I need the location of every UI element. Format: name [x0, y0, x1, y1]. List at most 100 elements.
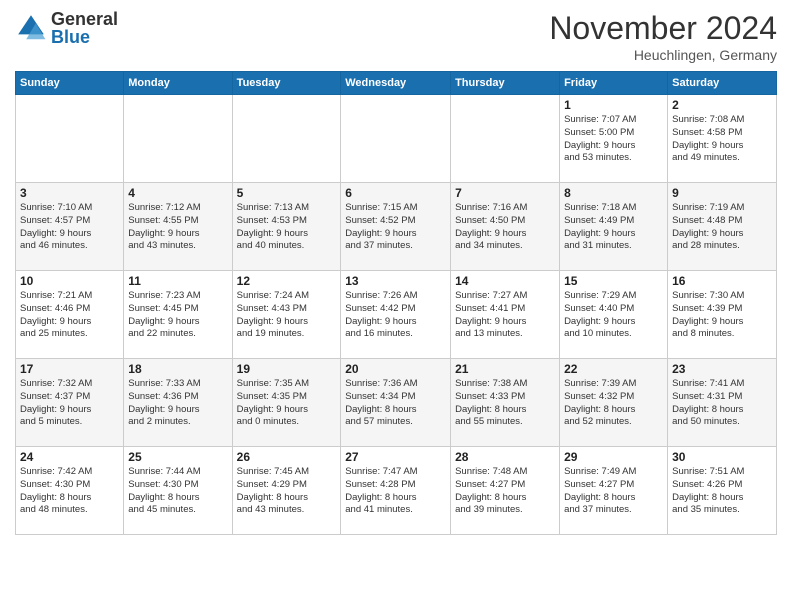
calendar-cell: 27 Sunrise: 7:47 AM Sunset: 4:28 PM Dayli… [341, 447, 451, 535]
month-title: November 2024 [549, 10, 777, 47]
day-info: Sunrise: 7:26 AM Sunset: 4:42 PM Dayligh… [345, 290, 446, 341]
day-number: 28 [455, 450, 555, 464]
day-info: Sunrise: 7:08 AM Sunset: 4:58 PM Dayligh… [672, 114, 772, 165]
day-number: 7 [455, 186, 555, 200]
day-info: Sunrise: 7:12 AM Sunset: 4:55 PM Dayligh… [128, 202, 227, 253]
calendar-cell [124, 95, 232, 183]
calendar-cell: 17 Sunrise: 7:32 AM Sunset: 4:37 PM Dayli… [16, 359, 124, 447]
day-info: Sunrise: 7:35 AM Sunset: 4:35 PM Dayligh… [237, 378, 337, 429]
logo-blue-text: Blue [51, 27, 90, 47]
day-info: Sunrise: 7:24 AM Sunset: 4:43 PM Dayligh… [237, 290, 337, 341]
calendar-cell [232, 95, 341, 183]
day-number: 9 [672, 186, 772, 200]
weekday-header-friday: Friday [560, 72, 668, 95]
calendar-cell: 30Sunrise: 7:51 AM Sunset: 4:26 PM Dayli… [668, 447, 777, 535]
logo-icon [15, 12, 47, 44]
week-row-1: 1 Sunrise: 7:07 AM Sunset: 5:00 PM Daylig… [16, 95, 777, 183]
day-number: 1 [564, 98, 663, 112]
calendar-cell: 20 Sunrise: 7:36 AM Sunset: 4:34 PM Dayli… [341, 359, 451, 447]
day-info: Sunrise: 7:36 AM Sunset: 4:34 PM Dayligh… [345, 378, 446, 429]
day-info: Sunrise: 7:15 AM Sunset: 4:52 PM Dayligh… [345, 202, 446, 253]
day-info: Sunrise: 7:21 AM Sunset: 4:46 PM Dayligh… [20, 290, 119, 341]
day-info: Sunrise: 7:16 AM Sunset: 4:50 PM Dayligh… [455, 202, 555, 253]
day-number: 27 [345, 450, 446, 464]
day-info: Sunrise: 7:48 AM Sunset: 4:27 PM Dayligh… [455, 466, 555, 517]
day-info: Sunrise: 7:27 AM Sunset: 4:41 PM Dayligh… [455, 290, 555, 341]
day-number: 22 [564, 362, 663, 376]
day-number: 12 [237, 274, 337, 288]
location: Heuchlingen, Germany [549, 47, 777, 63]
day-info: Sunrise: 7:38 AM Sunset: 4:33 PM Dayligh… [455, 378, 555, 429]
day-number: 25 [128, 450, 227, 464]
calendar-cell: 22 Sunrise: 7:39 AM Sunset: 4:32 PM Dayli… [560, 359, 668, 447]
calendar-header: SundayMondayTuesdayWednesdayThursdayFrid… [16, 72, 777, 95]
day-info: Sunrise: 7:19 AM Sunset: 4:48 PM Dayligh… [672, 202, 772, 253]
day-info: Sunrise: 7:18 AM Sunset: 4:49 PM Dayligh… [564, 202, 663, 253]
calendar-cell: 9 Sunrise: 7:19 AM Sunset: 4:48 PM Daylig… [668, 183, 777, 271]
day-info: Sunrise: 7:45 AM Sunset: 4:29 PM Dayligh… [237, 466, 337, 517]
calendar-cell [341, 95, 451, 183]
day-info: Sunrise: 7:47 AM Sunset: 4:28 PM Dayligh… [345, 466, 446, 517]
day-number: 20 [345, 362, 446, 376]
week-row-3: 10 Sunrise: 7:21 AM Sunset: 4:46 PM Dayli… [16, 271, 777, 359]
day-info: Sunrise: 7:41 AM Sunset: 4:31 PM Dayligh… [672, 378, 772, 429]
day-number: 5 [237, 186, 337, 200]
weekday-header-thursday: Thursday [451, 72, 560, 95]
weekday-header-saturday: Saturday [668, 72, 777, 95]
calendar-cell: 2 Sunrise: 7:08 AM Sunset: 4:58 PM Daylig… [668, 95, 777, 183]
day-info: Sunrise: 7:23 AM Sunset: 4:45 PM Dayligh… [128, 290, 227, 341]
day-number: 21 [455, 362, 555, 376]
day-info: Sunrise: 7:42 AM Sunset: 4:30 PM Dayligh… [20, 466, 119, 517]
day-number: 16 [672, 274, 772, 288]
weekday-header-wednesday: Wednesday [341, 72, 451, 95]
day-number: 2 [672, 98, 772, 112]
calendar-cell: 4 Sunrise: 7:12 AM Sunset: 4:55 PM Daylig… [124, 183, 232, 271]
day-info: Sunrise: 7:30 AM Sunset: 4:39 PM Dayligh… [672, 290, 772, 341]
weekday-row: SundayMondayTuesdayWednesdayThursdayFrid… [16, 72, 777, 95]
day-number: 19 [237, 362, 337, 376]
week-row-5: 24 Sunrise: 7:42 AM Sunset: 4:30 PM Dayli… [16, 447, 777, 535]
calendar-cell: 13 Sunrise: 7:26 AM Sunset: 4:42 PM Dayli… [341, 271, 451, 359]
calendar-cell: 16 Sunrise: 7:30 AM Sunset: 4:39 PM Dayli… [668, 271, 777, 359]
week-row-2: 3 Sunrise: 7:10 AM Sunset: 4:57 PM Daylig… [16, 183, 777, 271]
calendar-cell: 14 Sunrise: 7:27 AM Sunset: 4:41 PM Dayli… [451, 271, 560, 359]
calendar-body: 1 Sunrise: 7:07 AM Sunset: 5:00 PM Daylig… [16, 95, 777, 535]
day-number: 4 [128, 186, 227, 200]
day-number: 10 [20, 274, 119, 288]
calendar-cell: 3 Sunrise: 7:10 AM Sunset: 4:57 PM Daylig… [16, 183, 124, 271]
calendar-cell: 15Sunrise: 7:29 AM Sunset: 4:40 PM Dayli… [560, 271, 668, 359]
calendar-cell: 29Sunrise: 7:49 AM Sunset: 4:27 PM Dayli… [560, 447, 668, 535]
calendar-cell: 21 Sunrise: 7:38 AM Sunset: 4:33 PM Dayli… [451, 359, 560, 447]
day-info: Sunrise: 7:32 AM Sunset: 4:37 PM Dayligh… [20, 378, 119, 429]
calendar-cell: 5 Sunrise: 7:13 AM Sunset: 4:53 PM Daylig… [232, 183, 341, 271]
day-number: 13 [345, 274, 446, 288]
title-block: November 2024 Heuchlingen, Germany [549, 10, 777, 63]
calendar-cell: 12 Sunrise: 7:24 AM Sunset: 4:43 PM Dayli… [232, 271, 341, 359]
calendar-cell: 11Sunrise: 7:23 AM Sunset: 4:45 PM Dayli… [124, 271, 232, 359]
day-number: 24 [20, 450, 119, 464]
day-info: Sunrise: 7:51 AM Sunset: 4:26 PM Dayligh… [672, 466, 772, 517]
day-number: 17 [20, 362, 119, 376]
calendar-cell: 24 Sunrise: 7:42 AM Sunset: 4:30 PM Dayli… [16, 447, 124, 535]
weekday-header-tuesday: Tuesday [232, 72, 341, 95]
day-number: 14 [455, 274, 555, 288]
day-number: 26 [237, 450, 337, 464]
page: General Blue November 2024 Heuchlingen, … [0, 0, 792, 612]
day-info: Sunrise: 7:13 AM Sunset: 4:53 PM Dayligh… [237, 202, 337, 253]
calendar-cell [16, 95, 124, 183]
day-info: Sunrise: 7:10 AM Sunset: 4:57 PM Dayligh… [20, 202, 119, 253]
day-info: Sunrise: 7:44 AM Sunset: 4:30 PM Dayligh… [128, 466, 227, 517]
day-number: 6 [345, 186, 446, 200]
calendar-cell: 8Sunrise: 7:18 AM Sunset: 4:49 PM Daylig… [560, 183, 668, 271]
calendar-cell: 7 Sunrise: 7:16 AM Sunset: 4:50 PM Daylig… [451, 183, 560, 271]
day-info: Sunrise: 7:39 AM Sunset: 4:32 PM Dayligh… [564, 378, 663, 429]
day-number: 3 [20, 186, 119, 200]
calendar-cell: 10 Sunrise: 7:21 AM Sunset: 4:46 PM Dayli… [16, 271, 124, 359]
header: General Blue November 2024 Heuchlingen, … [15, 10, 777, 63]
day-info: Sunrise: 7:49 AM Sunset: 4:27 PM Dayligh… [564, 466, 663, 517]
day-info: Sunrise: 7:33 AM Sunset: 4:36 PM Dayligh… [128, 378, 227, 429]
calendar-cell: 1 Sunrise: 7:07 AM Sunset: 5:00 PM Daylig… [560, 95, 668, 183]
calendar-cell: 18Sunrise: 7:33 AM Sunset: 4:36 PM Dayli… [124, 359, 232, 447]
day-info: Sunrise: 7:07 AM Sunset: 5:00 PM Dayligh… [564, 114, 663, 165]
day-number: 15 [564, 274, 663, 288]
